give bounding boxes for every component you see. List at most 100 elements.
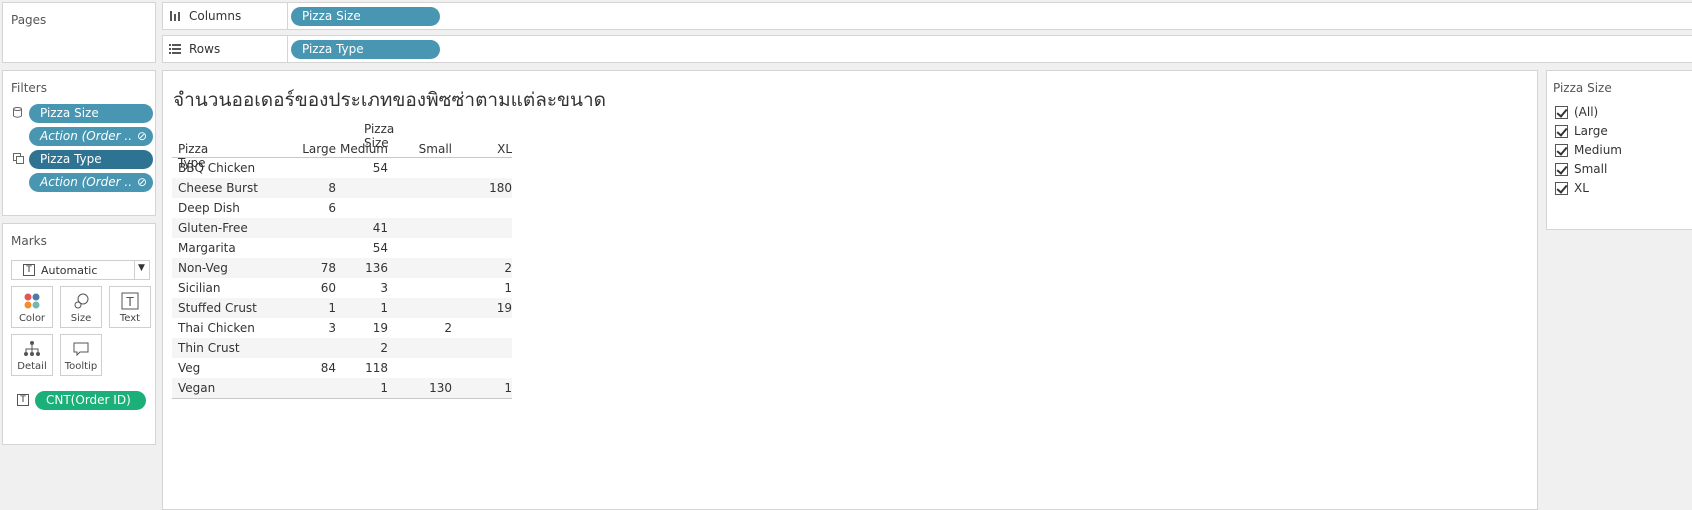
table-row[interactable]: Sicilian 60 3 1 bbox=[172, 278, 512, 298]
row-label: Deep Dish bbox=[178, 201, 240, 215]
row-label: Thai Chicken bbox=[178, 321, 255, 335]
table-cell[interactable]: 41 bbox=[348, 221, 388, 235]
row-label: Sicilian bbox=[178, 281, 221, 295]
filter-option-label: Small bbox=[1574, 162, 1608, 176]
row-label: Gluten-Free bbox=[178, 221, 248, 235]
text-button[interactable]: T Text bbox=[109, 286, 151, 328]
table-cell[interactable]: 130 bbox=[412, 381, 452, 395]
table-row[interactable]: Thin Crust 2 bbox=[172, 338, 512, 358]
marks-pill-cnt-order-id[interactable]: CNT(Order ID) bbox=[35, 391, 146, 410]
table-row[interactable]: Stuffed Crust 1 1 19 bbox=[172, 298, 512, 318]
table-cell[interactable]: 54 bbox=[348, 161, 388, 175]
link-icon: ⊘ bbox=[136, 129, 147, 143]
table-cell[interactable]: 136 bbox=[348, 261, 388, 275]
filters-panel[interactable]: Filters Pizza Size Action (Order .. ⊘ Pi… bbox=[2, 70, 156, 216]
color-button[interactable]: Color bbox=[11, 286, 53, 328]
color-icon bbox=[24, 293, 40, 309]
marks-panel[interactable]: Marks T Automatic ▼ Color Size T Text De… bbox=[2, 223, 156, 445]
table-cell[interactable]: 1 bbox=[296, 301, 336, 315]
table-row[interactable]: Cheese Burst 8 180 bbox=[172, 178, 512, 198]
table-cell[interactable]: 19 bbox=[472, 301, 512, 315]
columns-pill-pizza-size[interactable]: Pizza Size bbox=[291, 7, 440, 26]
pages-panel[interactable]: Pages bbox=[2, 2, 156, 63]
database-icon bbox=[13, 107, 22, 118]
table-cell[interactable]: 1 bbox=[348, 381, 388, 395]
chevron-down-icon: ▼ bbox=[138, 263, 145, 273]
table-cell[interactable]: 1 bbox=[348, 301, 388, 315]
pizza-size-filter-title: Pizza Size bbox=[1553, 81, 1612, 95]
table-cell[interactable]: 19 bbox=[348, 321, 388, 335]
rows-shelf[interactable]: Rows Pizza Type bbox=[162, 35, 1692, 63]
text-encoding-icon: T bbox=[17, 394, 29, 406]
table-row[interactable]: Vegan 1 130 1 bbox=[172, 378, 512, 398]
size-icon bbox=[74, 293, 89, 309]
col-header-xl: XL bbox=[497, 142, 512, 156]
table-row[interactable]: BBQ Chicken 54 bbox=[172, 158, 512, 178]
view-title: จำนวนออเดอร์ของประเภทของพิซซ่าตามแต่ละขน… bbox=[173, 89, 607, 111]
table-cell[interactable]: 84 bbox=[296, 361, 336, 375]
checkbox-checked-icon[interactable] bbox=[1555, 181, 1568, 195]
filter-option[interactable]: Medium bbox=[1555, 143, 1622, 157]
checkbox-checked-icon[interactable] bbox=[1555, 162, 1568, 176]
row-label: Cheese Burst bbox=[178, 181, 258, 195]
table-cell[interactable]: 1 bbox=[472, 281, 512, 295]
pages-title: Pages bbox=[11, 13, 47, 27]
filter-pill-pizza-type[interactable]: Pizza Type bbox=[29, 150, 153, 169]
table-cell[interactable]: 6 bbox=[296, 201, 336, 215]
detail-button[interactable]: Detail bbox=[11, 334, 53, 376]
columns-shelf[interactable]: Columns Pizza Size bbox=[162, 2, 1692, 30]
text-mark-icon: T bbox=[23, 264, 35, 276]
table-row[interactable]: Thai Chicken 3 19 2 bbox=[172, 318, 512, 338]
table-cell[interactable]: 78 bbox=[296, 261, 336, 275]
table-cell[interactable]: 180 bbox=[472, 181, 512, 195]
table-row[interactable]: Veg 84 118 bbox=[172, 358, 512, 378]
sheets-icon bbox=[13, 153, 24, 164]
columns-shelf-label: Columns bbox=[169, 9, 241, 23]
marks-title: Marks bbox=[11, 234, 47, 248]
row-label: Vegan bbox=[178, 381, 216, 395]
checkbox-checked-icon[interactable] bbox=[1555, 124, 1568, 138]
text-icon: T bbox=[121, 292, 139, 310]
table-cell[interactable]: 60 bbox=[296, 281, 336, 295]
table-cell[interactable]: 3 bbox=[348, 281, 388, 295]
size-button[interactable]: Size bbox=[60, 286, 102, 328]
filter-option[interactable]: Small bbox=[1555, 162, 1607, 176]
columns-label: Columns bbox=[189, 9, 242, 23]
checkbox-checked-icon[interactable] bbox=[1555, 105, 1568, 119]
row-label: Veg bbox=[178, 361, 201, 375]
detail-icon bbox=[24, 341, 40, 356]
filter-option-label: Large bbox=[1574, 124, 1608, 138]
col-header-small: Small bbox=[418, 142, 452, 156]
checkbox-checked-icon[interactable] bbox=[1555, 143, 1568, 157]
row-label: Margarita bbox=[178, 241, 236, 255]
filter-option[interactable]: XL bbox=[1555, 181, 1589, 195]
filter-option[interactable]: Large bbox=[1555, 124, 1608, 138]
row-label: BBQ Chicken bbox=[178, 161, 256, 175]
mark-type-select[interactable]: T Automatic ▼ bbox=[11, 260, 150, 280]
table-cell[interactable]: 8 bbox=[296, 181, 336, 195]
tooltip-icon bbox=[73, 342, 89, 357]
rows-icon bbox=[169, 44, 181, 54]
table-row[interactable]: Gluten-Free 41 bbox=[172, 218, 512, 238]
table-cell[interactable]: 118 bbox=[348, 361, 388, 375]
svg-text:T: T bbox=[125, 295, 134, 309]
filter-pill-pizza-size[interactable]: Pizza Size bbox=[29, 104, 153, 123]
rows-pill-pizza-type[interactable]: Pizza Type bbox=[291, 40, 440, 59]
table-row[interactable]: Margarita 54 bbox=[172, 238, 512, 258]
filter-option-label: Medium bbox=[1574, 143, 1622, 157]
col-header-large: Large bbox=[302, 142, 336, 156]
table-cell[interactable]: 2 bbox=[348, 341, 388, 355]
table-cell[interactable]: 2 bbox=[472, 261, 512, 275]
table-cell[interactable]: 2 bbox=[412, 321, 452, 335]
tooltip-button[interactable]: Tooltip bbox=[60, 334, 102, 376]
filter-option-label: XL bbox=[1574, 181, 1589, 195]
pizza-size-filter-card[interactable]: Pizza Size (All) Large Medium Small XL bbox=[1546, 70, 1692, 230]
filter-pill-action-2[interactable]: Action (Order .. ⊘ bbox=[29, 173, 153, 192]
table-cell[interactable]: 54 bbox=[348, 241, 388, 255]
table-cell[interactable]: 3 bbox=[296, 321, 336, 335]
filter-pill-action-1[interactable]: Action (Order .. ⊘ bbox=[29, 127, 153, 146]
table-row[interactable]: Non-Veg 78 136 2 bbox=[172, 258, 512, 278]
table-row[interactable]: Deep Dish 6 bbox=[172, 198, 512, 218]
table-cell[interactable]: 1 bbox=[472, 381, 512, 395]
filter-option[interactable]: (All) bbox=[1555, 105, 1598, 119]
